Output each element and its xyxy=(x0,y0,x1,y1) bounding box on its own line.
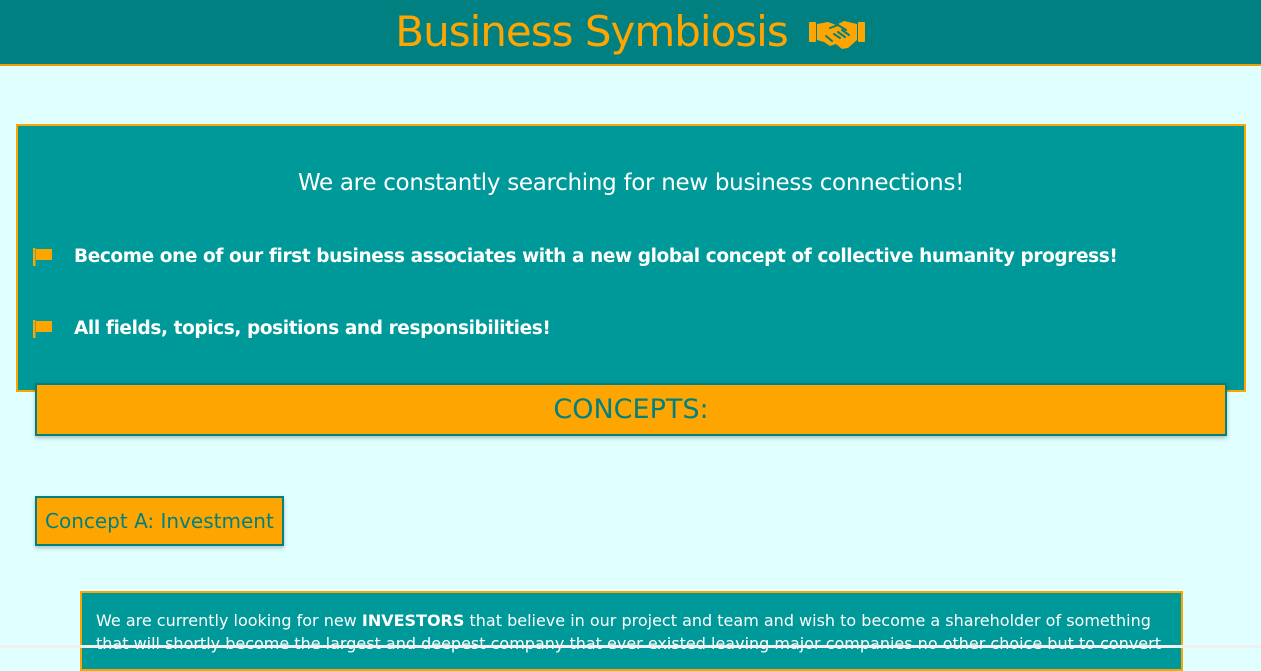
concepts-title-bar: CONCEPTS: xyxy=(35,383,1227,436)
site-title-text: Business Symbiosis xyxy=(395,7,788,56)
promo-heading: We are constantly searching for new busi… xyxy=(297,170,965,196)
flag-icon xyxy=(33,319,52,338)
promo-item-text: Become one of our first business associa… xyxy=(74,246,1118,267)
concept-a-text-strong: INVESTORS xyxy=(361,611,465,630)
site-header: Business Symbiosis xyxy=(0,0,1261,66)
promo-panel: We are constantly searching for new busi… xyxy=(16,124,1246,392)
concept-a-text-before: We are currently looking for new xyxy=(96,611,362,630)
handshake-icon xyxy=(808,21,865,49)
site-title: Business Symbiosis xyxy=(395,0,865,65)
concept-a-description: We are currently looking for new INVESTO… xyxy=(80,591,1183,671)
promo-item: All fields, topics, positions and respon… xyxy=(32,318,551,339)
concept-a-button[interactable]: Concept A: Investment xyxy=(35,496,284,546)
flag-icon xyxy=(33,247,52,266)
promo-item-text: All fields, topics, positions and respon… xyxy=(74,318,551,339)
promo-item: Become one of our first business associa… xyxy=(32,246,1118,267)
